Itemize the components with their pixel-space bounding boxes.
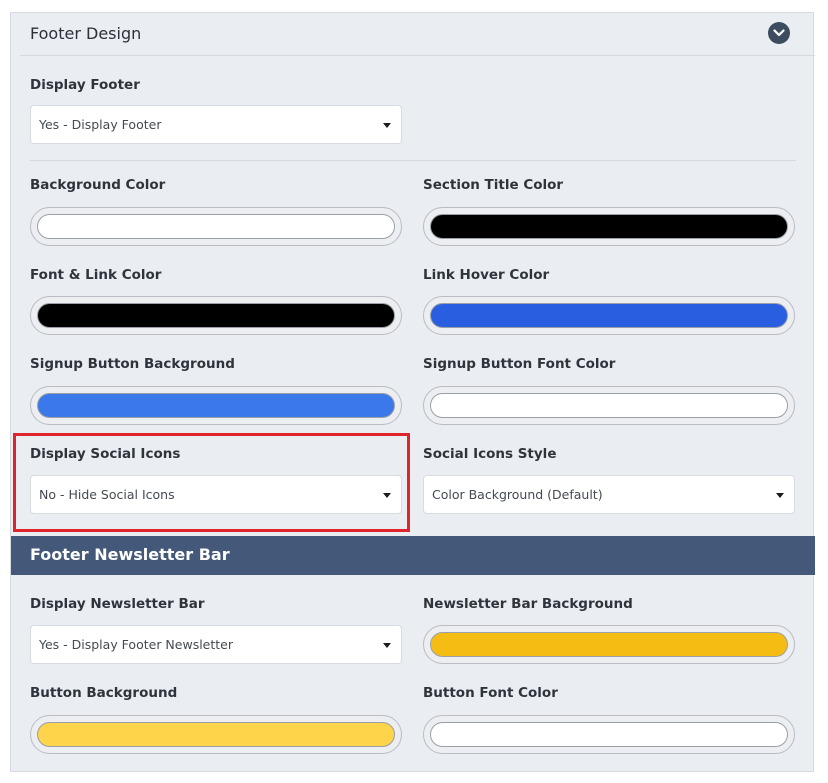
display-footer-label: Display Footer bbox=[30, 77, 140, 93]
font-link-color-picker[interactable] bbox=[30, 296, 402, 335]
button-font-color-swatch bbox=[430, 722, 788, 747]
background-color-swatch bbox=[37, 214, 395, 239]
social-icons-style-label: Social Icons Style bbox=[423, 446, 557, 462]
button-font-color-picker[interactable] bbox=[423, 715, 795, 754]
font-link-color-label: Font & Link Color bbox=[30, 267, 162, 283]
font-link-color-swatch bbox=[37, 303, 395, 328]
button-background-label: Button Background bbox=[30, 685, 178, 701]
section-title-color-label: Section Title Color bbox=[423, 177, 564, 193]
display-newsletter-bar-select[interactable]: Yes - Display Footer Newsletter bbox=[30, 625, 402, 664]
display-footer-value: Yes - Display Footer bbox=[39, 117, 162, 132]
highlight-box bbox=[13, 433, 410, 532]
section-divider bbox=[30, 160, 796, 161]
button-background-swatch bbox=[37, 722, 395, 747]
link-hover-color-swatch bbox=[430, 303, 788, 328]
display-newsletter-bar-label: Display Newsletter Bar bbox=[30, 596, 205, 612]
background-color-picker[interactable] bbox=[30, 207, 402, 246]
background-color-label: Background Color bbox=[30, 177, 166, 193]
social-icons-style-select[interactable]: Color Background (Default) bbox=[423, 475, 795, 514]
newsletter-bar-background-swatch bbox=[430, 632, 788, 657]
signup-button-font-color-swatch bbox=[430, 393, 788, 418]
collapse-chevron-icon[interactable] bbox=[768, 22, 790, 44]
button-font-color-label: Button Font Color bbox=[423, 685, 558, 701]
signup-button-font-color-label: Signup Button Font Color bbox=[423, 356, 616, 372]
newsletter-bar-background-label: Newsletter Bar Background bbox=[423, 596, 633, 612]
footer-newsletter-section-header: Footer Newsletter Bar bbox=[11, 536, 815, 575]
footer-newsletter-title: Footer Newsletter Bar bbox=[30, 545, 230, 564]
button-background-picker[interactable] bbox=[30, 715, 402, 754]
footer-settings-panel: Footer Design Display Footer Yes - Displ… bbox=[10, 12, 815, 772]
footer-design-header[interactable]: Footer Design bbox=[20, 13, 815, 56]
display-footer-select[interactable]: Yes - Display Footer bbox=[30, 105, 402, 144]
footer-design-title: Footer Design bbox=[30, 24, 142, 43]
section-title-color-swatch bbox=[430, 214, 788, 239]
dropdown-caret-icon bbox=[383, 123, 391, 128]
section-title-color-picker[interactable] bbox=[423, 207, 795, 246]
social-icons-style-value: Color Background (Default) bbox=[432, 487, 603, 502]
newsletter-bar-background-picker[interactable] bbox=[423, 625, 795, 664]
dropdown-caret-icon bbox=[776, 493, 784, 498]
link-hover-color-picker[interactable] bbox=[423, 296, 795, 335]
signup-button-background-label: Signup Button Background bbox=[30, 356, 235, 372]
signup-button-background-swatch bbox=[37, 393, 395, 418]
signup-button-background-picker[interactable] bbox=[30, 386, 402, 425]
link-hover-color-label: Link Hover Color bbox=[423, 267, 550, 283]
dropdown-caret-icon bbox=[383, 643, 391, 648]
signup-button-font-color-picker[interactable] bbox=[423, 386, 795, 425]
display-newsletter-bar-value: Yes - Display Footer Newsletter bbox=[39, 637, 234, 652]
